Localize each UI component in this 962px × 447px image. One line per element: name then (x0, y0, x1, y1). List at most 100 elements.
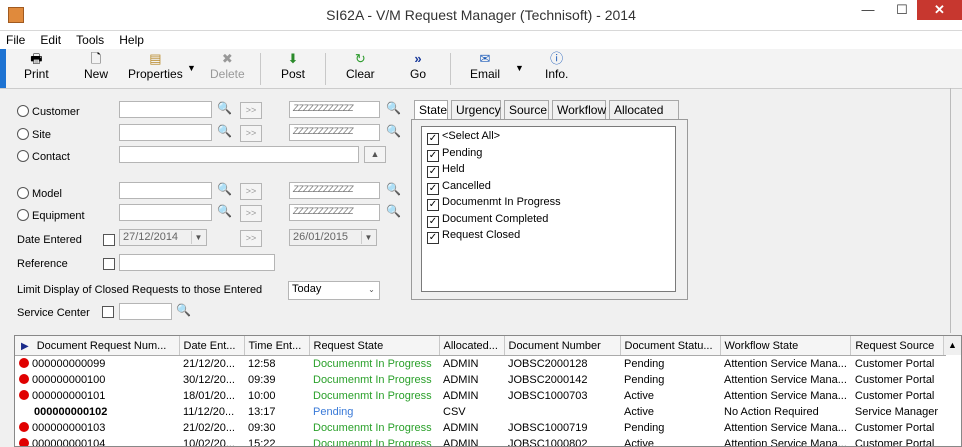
site-copy-button[interactable]: >> (240, 125, 262, 142)
model-search-icon[interactable]: 🔍 (217, 182, 232, 196)
reference-input[interactable] (119, 254, 275, 271)
model-from-input[interactable] (119, 182, 212, 199)
date-to-input[interactable]: 26/01/2015 ▼ (289, 229, 377, 246)
info-button[interactable]: ⓘ Info. (545, 51, 568, 81)
column-header-time-entered[interactable]: Time Ent... (244, 336, 310, 356)
state-item-cancelled[interactable]: ✓ Cancelled (427, 180, 491, 195)
tab-source[interactable]: Source (504, 100, 549, 119)
email-dropdown-icon[interactable]: ▼ (515, 63, 524, 73)
menu-help[interactable]: Help (113, 31, 150, 49)
site-from-input[interactable] (119, 124, 212, 141)
red-status-icon (19, 438, 29, 446)
service-center-input[interactable] (119, 303, 172, 320)
table-row[interactable]: 000000000099 21/12/20... 12:58 Documenmt… (15, 356, 946, 373)
date-from-input[interactable]: 27/12/2014 ▼ (119, 229, 207, 246)
site-label: Site (32, 129, 51, 141)
customer-radio[interactable]: Customer (17, 105, 80, 118)
contact-input[interactable] (119, 146, 359, 163)
equipment-copy-button[interactable]: >> (240, 205, 262, 222)
state-item-select-all[interactable]: ✓ <Select All> (427, 130, 500, 145)
equipment-to-search-icon[interactable]: 🔍 (386, 204, 401, 218)
request-number-cell: 000000000100 (15, 372, 179, 388)
equipment-search-icon[interactable]: 🔍 (217, 204, 232, 218)
request-number-cell: 000000000099 (15, 356, 179, 373)
column-header-request-state[interactable]: Request State (309, 336, 440, 356)
table-row[interactable]: 000000000103 21/02/20... 09:30 Documenmt… (15, 420, 946, 436)
menu-edit[interactable]: Edit (34, 31, 67, 49)
date-entered-checkbox[interactable] (103, 234, 115, 246)
equipment-radio[interactable]: Equipment (17, 209, 85, 222)
clear-button[interactable]: ↻ Clear (346, 51, 375, 81)
state-item-document-completed[interactable]: ✓ Document Completed (427, 213, 548, 228)
state-item-pending[interactable]: ✓ Pending (427, 147, 482, 162)
menu-tools[interactable]: Tools (70, 31, 110, 49)
table-row[interactable]: 000000000100 30/12/20... 09:39 Documenmt… (15, 372, 946, 388)
tab-allocated-to[interactable]: Allocated To (609, 100, 679, 131)
maximize-button[interactable]: ☐ (886, 0, 918, 20)
tab-state[interactable]: State (414, 100, 448, 121)
properties-button[interactable]: ▤ Properties (128, 51, 183, 81)
customer-to-input[interactable]: ZZZZZZZZZZZZ (289, 101, 380, 118)
workflow-state-cell: Attention Service Mana... (724, 422, 847, 434)
tab-workflow[interactable]: Workflow (552, 100, 606, 119)
site-to-input[interactable]: ZZZZZZZZZZZZ (289, 124, 380, 141)
document-number-cell: JOBSC1000719 (508, 422, 588, 434)
state-item-in-progress[interactable]: ✓ Documenmt In Progress (427, 196, 561, 211)
delete-button[interactable]: ✖ Delete (210, 51, 245, 81)
column-header-request-number[interactable]: ▶ Document Request Num... (15, 336, 180, 356)
cell-text: 000000000100 (32, 374, 106, 386)
contact-up-icon[interactable]: ▲ (364, 146, 386, 163)
radio-icon (17, 209, 29, 221)
model-radio[interactable]: Model (17, 187, 62, 200)
equipment-to-input[interactable]: ZZZZZZZZZZZZ (289, 204, 380, 221)
tab-urgency[interactable]: Urgency (451, 100, 501, 119)
site-to-search-icon[interactable]: 🔍 (386, 124, 401, 138)
go-icon: » (414, 51, 422, 66)
service-center-search-icon[interactable]: 🔍 (176, 303, 191, 317)
new-button[interactable]: 🗋 New (84, 51, 108, 81)
table-row[interactable]: 000000000101 18/01/20... 10:00 Documenmt… (15, 388, 946, 404)
document-number-cell: JOBSC1000703 (508, 390, 588, 402)
column-header-date-entered[interactable]: Date Ent... (179, 336, 245, 356)
calendar-dropdown-icon[interactable]: ▼ (361, 231, 375, 244)
close-button[interactable]: ✕ (917, 0, 962, 20)
date-cell: 18/01/20... (183, 390, 235, 402)
post-button[interactable]: ⬇ Post (281, 51, 305, 81)
reference-checkbox[interactable] (103, 258, 115, 270)
requests-grid[interactable]: ▶ Document Request Num... Date Ent... Tim… (14, 335, 962, 447)
scroll-up-icon[interactable]: ▲ (943, 336, 961, 355)
properties-dropdown-icon[interactable]: ▼ (187, 63, 196, 73)
model-copy-button[interactable]: >> (240, 183, 262, 200)
menu-file[interactable]: File (0, 31, 31, 49)
customer-from-input[interactable] (119, 101, 212, 118)
calendar-dropdown-icon[interactable]: ▼ (191, 231, 205, 244)
model-to-search-icon[interactable]: 🔍 (386, 182, 401, 196)
column-header-document-number[interactable]: Document Number (504, 336, 621, 356)
minimize-button[interactable]: — (852, 0, 884, 20)
document-status-cell: Pending (624, 422, 665, 434)
customer-search-icon[interactable]: 🔍 (217, 101, 232, 115)
column-header-document-status[interactable]: Document Statu... (620, 336, 721, 356)
service-center-checkbox[interactable] (102, 306, 114, 318)
table-row[interactable]: 000000000102 11/12/20... 13:17 Pending C… (15, 404, 946, 420)
column-header-allocated[interactable]: Allocated... (439, 336, 505, 356)
date-copy-button[interactable]: >> (240, 230, 262, 247)
state-item-held[interactable]: ✓ Held (427, 163, 465, 178)
column-header-request-source[interactable]: Request Source (850, 336, 947, 356)
customer-label: Customer (32, 106, 80, 118)
email-button[interactable]: ✉ Email (470, 51, 500, 81)
column-header-workflow-state[interactable]: Workflow State (720, 336, 852, 356)
customer-to-search-icon[interactable]: 🔍 (386, 101, 401, 115)
equipment-from-input[interactable] (119, 204, 212, 221)
site-radio[interactable]: Site (17, 128, 51, 141)
limit-display-value: Today (292, 283, 322, 295)
print-button[interactable]: 🖶 Print (24, 51, 49, 81)
site-search-icon[interactable]: 🔍 (217, 124, 232, 138)
table-row[interactable]: 000000000104 10/02/20... 15:22 Documenmt… (15, 436, 946, 446)
limit-display-select[interactable]: Today ⌄ (288, 281, 380, 300)
contact-radio[interactable]: Contact (17, 150, 70, 163)
model-to-input[interactable]: ZZZZZZZZZZZZ (289, 182, 380, 199)
state-item-request-closed[interactable]: ✓ Request Closed (427, 229, 520, 244)
customer-copy-button[interactable]: >> (240, 102, 262, 119)
go-button[interactable]: » Go (410, 51, 426, 81)
